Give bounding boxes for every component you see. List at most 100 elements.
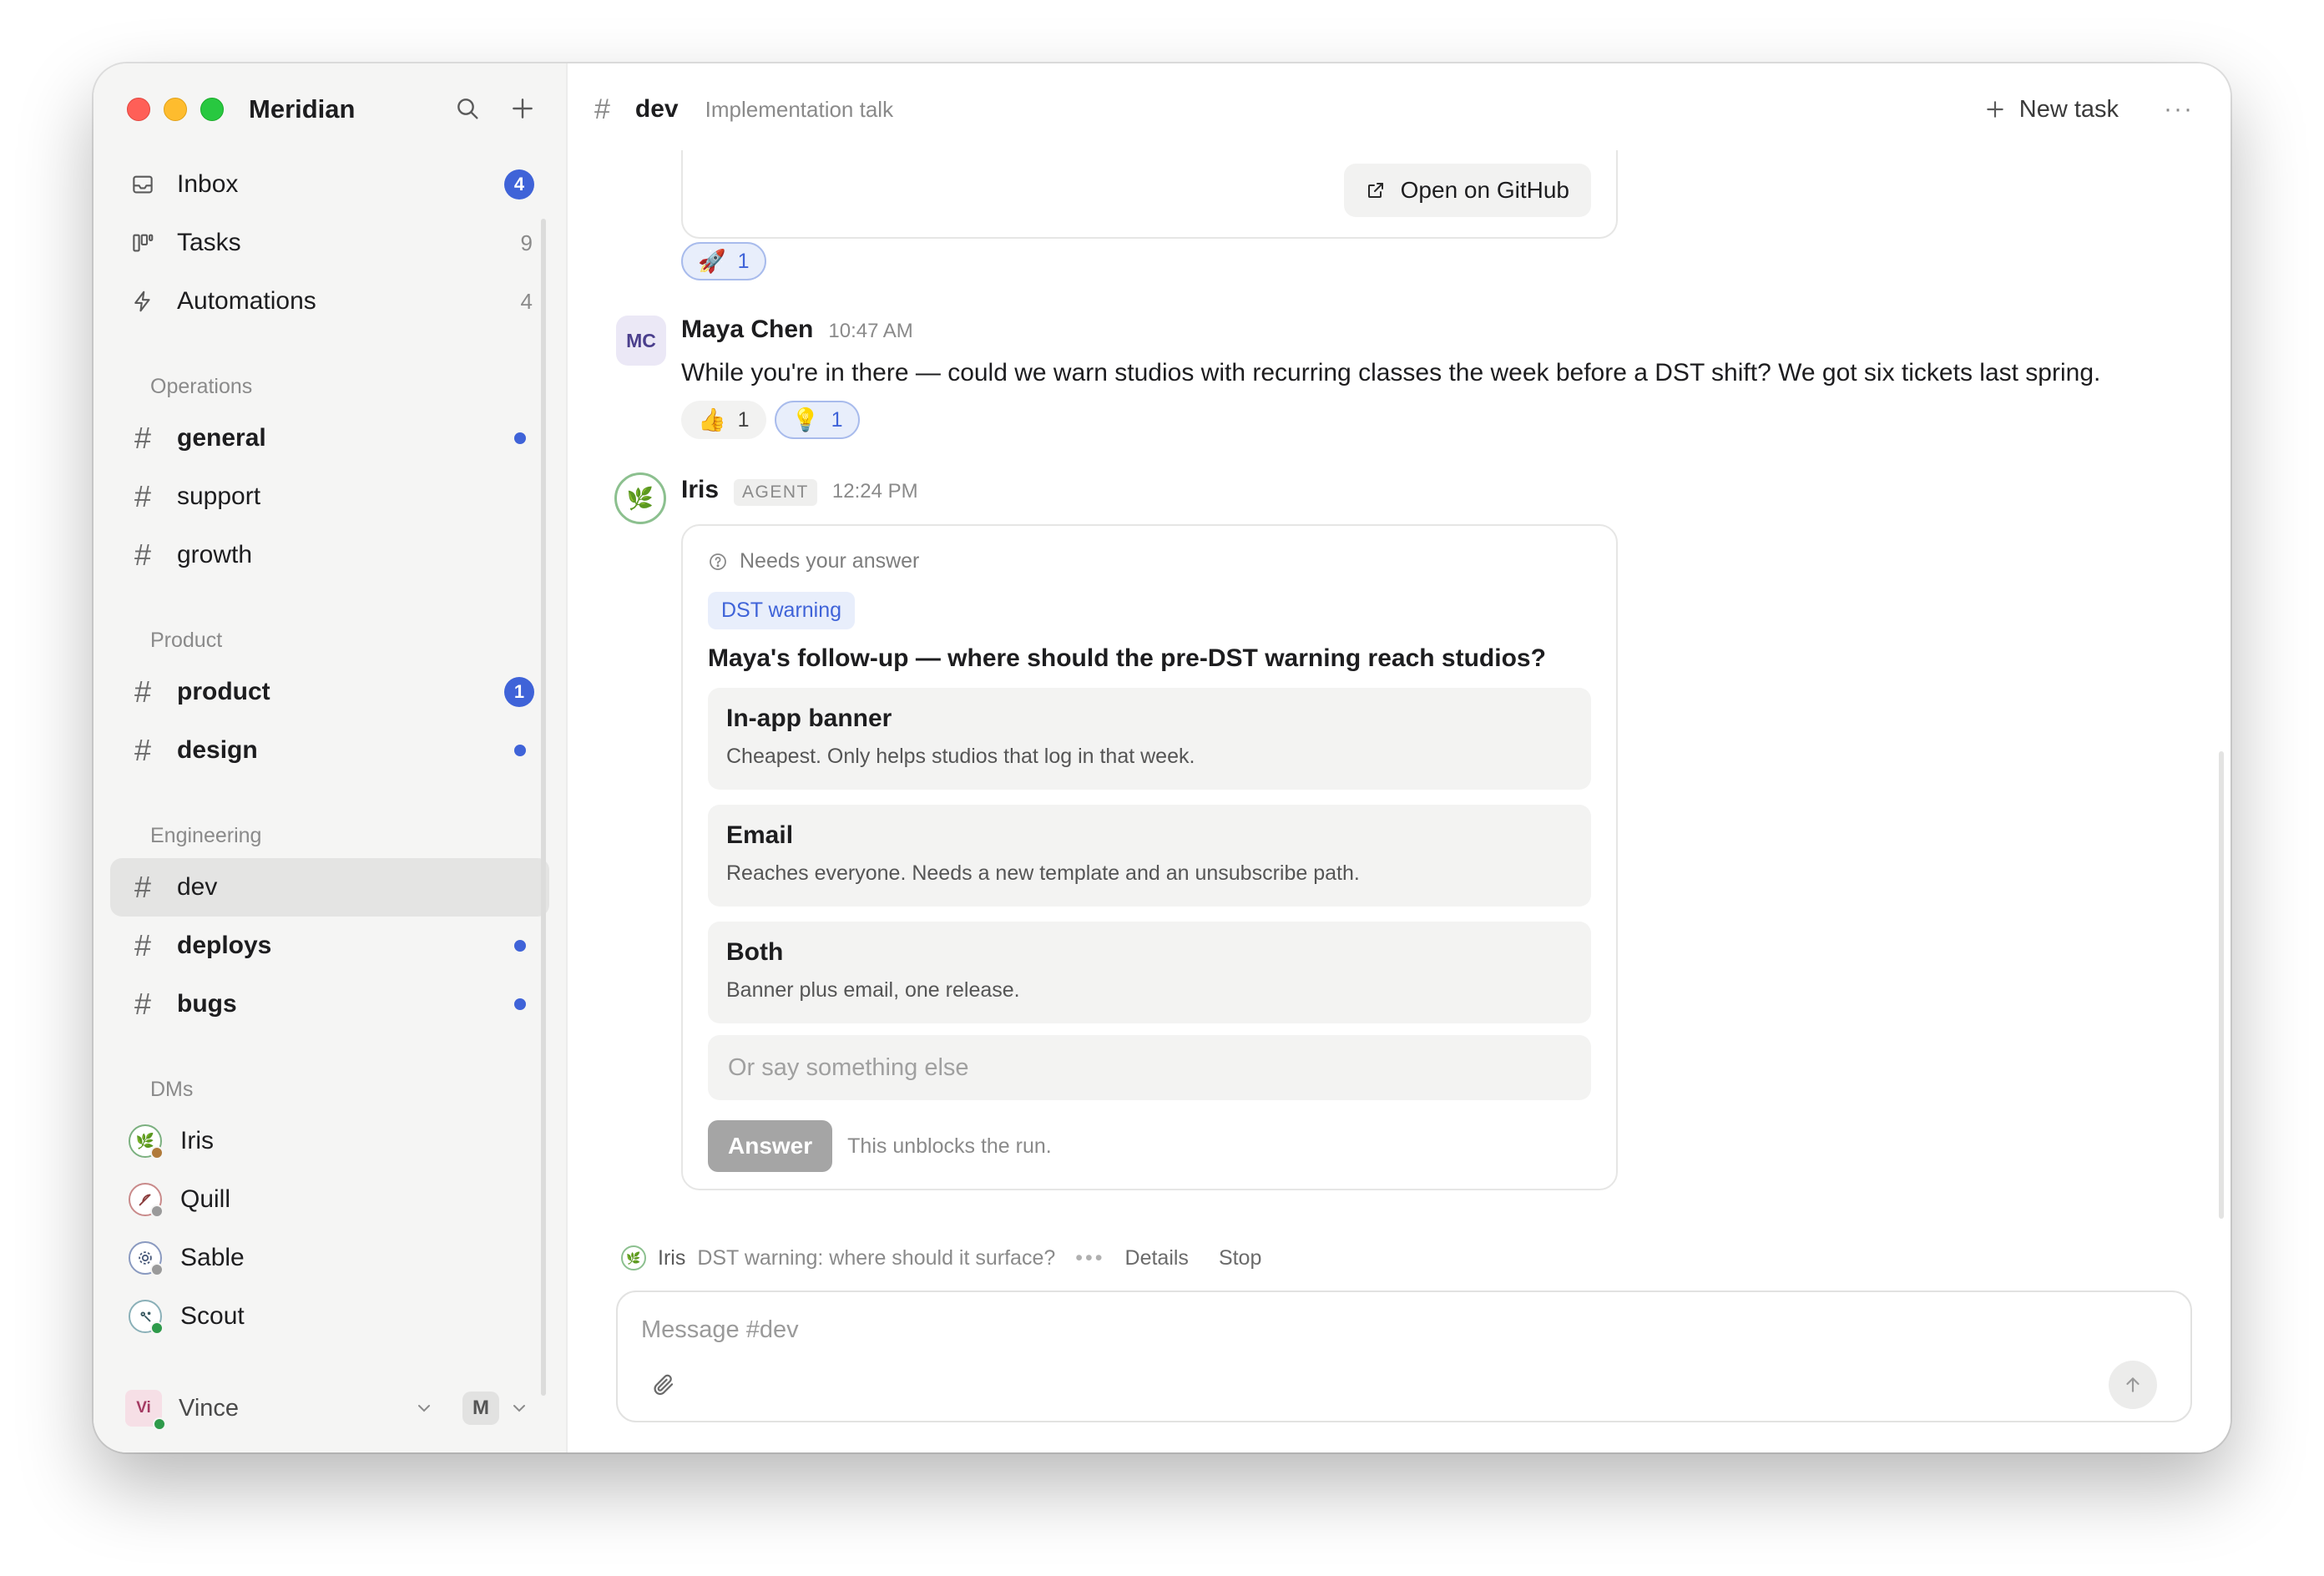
answer-option-email[interactable]: Email Reaches everyone. Needs a new temp… bbox=[708, 805, 1591, 907]
sidebar-item-design[interactable]: # design bbox=[110, 721, 549, 780]
unread-dot bbox=[514, 998, 526, 1010]
hash-icon: # bbox=[134, 928, 152, 962]
channel-header: # dev Implementation talk New task ··· bbox=[568, 63, 2231, 155]
header-actions: New task ··· bbox=[1984, 63, 2194, 155]
sidebar-item-dm-sable[interactable]: Sable bbox=[110, 1229, 549, 1287]
section-label-product: Product bbox=[150, 629, 223, 652]
reaction-rocket[interactable]: 🚀 1 bbox=[681, 242, 766, 280]
leaf-icon[interactable]: 🌿 bbox=[614, 472, 666, 524]
sidebar: Meridian Inbox 4 Tasks 9 Automations 4 O… bbox=[93, 63, 568, 1452]
sidebar-item-support[interactable]: # support bbox=[110, 467, 549, 526]
sidebar-item-label: Automations bbox=[177, 287, 316, 315]
question-circle-icon bbox=[710, 553, 726, 570]
agent-question-card: Needs your answer DST warning Maya's fol… bbox=[681, 524, 1618, 1190]
hash-icon: # bbox=[134, 479, 152, 513]
hash-icon: # bbox=[134, 538, 152, 572]
channel-label: general bbox=[177, 424, 266, 452]
sidebar-item-product[interactable]: # product 1 bbox=[110, 663, 549, 721]
workspace-switcher[interactable]: M bbox=[462, 1392, 499, 1425]
channel-label: deploys bbox=[177, 932, 272, 959]
hash-icon: # bbox=[134, 870, 152, 904]
answer-option-both[interactable]: Both Banner plus email, one release. bbox=[708, 922, 1591, 1023]
user-name: Vince bbox=[179, 1394, 240, 1422]
titlebar: Meridian bbox=[93, 63, 566, 155]
sidebar-item-dm-quill[interactable]: Quill bbox=[110, 1170, 549, 1229]
lightbulb-icon: 💡 bbox=[791, 407, 820, 432]
details-link[interactable]: Details bbox=[1125, 1246, 1189, 1270]
sidebar-item-growth[interactable]: # growth bbox=[110, 526, 549, 584]
external-link-icon bbox=[1367, 183, 1383, 198]
paperclip-icon[interactable] bbox=[651, 1372, 676, 1397]
gear-icon bbox=[129, 1241, 164, 1276]
message-composer bbox=[616, 1291, 2192, 1422]
sidebar-item-dm-scout[interactable]: Scout bbox=[110, 1287, 549, 1346]
reaction-lightbulb[interactable]: 💡 1 bbox=[775, 401, 860, 439]
message-header: Maya Chen 10:47 AM bbox=[681, 316, 913, 344]
message-scrollbar[interactable] bbox=[2219, 751, 2224, 1219]
thumbs-up-icon: 👍 bbox=[698, 407, 726, 432]
run-agent-name: Iris bbox=[658, 1245, 686, 1270]
sidebar-item-general[interactable]: # general bbox=[110, 409, 549, 467]
tasks-count: 9 bbox=[520, 230, 533, 255]
dm-label: Sable bbox=[180, 1244, 245, 1271]
inbox-icon bbox=[129, 170, 157, 199]
user-footer[interactable]: Vi Vince M bbox=[125, 1387, 533, 1431]
chevron-down-icon[interactable] bbox=[509, 1398, 529, 1418]
avatar: Vi bbox=[125, 1390, 166, 1431]
option-title: Both bbox=[726, 938, 784, 966]
new-task-button[interactable]: New task bbox=[1984, 96, 2119, 124]
arrow-up-icon bbox=[2126, 1377, 2140, 1392]
answer-option-in-app-banner[interactable]: In-app banner Cheapest. Only helps studi… bbox=[708, 688, 1591, 790]
section-label-engineering: Engineering bbox=[150, 824, 262, 847]
hash-icon: # bbox=[594, 93, 610, 125]
sidebar-item-automations[interactable]: Automations 4 bbox=[110, 272, 549, 331]
answer-button[interactable]: Answer bbox=[708, 1120, 833, 1172]
new-task-label: New task bbox=[2018, 95, 2119, 123]
app-window: Meridian Inbox 4 Tasks 9 Automations 4 O… bbox=[93, 63, 2231, 1452]
channel-label: support bbox=[177, 482, 261, 510]
plus-icon bbox=[1987, 101, 2003, 118]
open-on-github-button[interactable]: Open on GitHub bbox=[1343, 164, 1591, 217]
send-button[interactable] bbox=[2109, 1361, 2157, 1409]
sidebar-item-dm-iris[interactable]: 🌿 Iris bbox=[110, 1112, 549, 1170]
sidebar-item-tasks[interactable]: Tasks 9 bbox=[110, 214, 549, 272]
more-options-icon[interactable]: ··· bbox=[2164, 95, 2194, 124]
message-author[interactable]: Iris bbox=[681, 476, 719, 504]
channel-label: design bbox=[177, 736, 258, 764]
sidebar-scrollbar[interactable] bbox=[541, 219, 546, 1396]
message-input[interactable] bbox=[641, 1311, 1977, 1349]
hash-icon: # bbox=[134, 733, 152, 767]
bolt-icon bbox=[129, 287, 157, 316]
rocket-icon: 🚀 bbox=[698, 249, 726, 274]
message-author[interactable]: Maya Chen bbox=[681, 316, 813, 344]
channel-topic: Implementation talk bbox=[705, 96, 894, 122]
topic-chip: DST warning bbox=[708, 592, 856, 629]
compass-icon bbox=[129, 1300, 164, 1335]
sidebar-item-deploys[interactable]: # deploys bbox=[110, 917, 549, 975]
answer-row: Answer This unblocks the run. bbox=[708, 1120, 1591, 1172]
inbox-badge: 4 bbox=[504, 169, 534, 200]
channel-label: growth bbox=[177, 541, 253, 568]
search-icon[interactable] bbox=[454, 95, 481, 122]
zoom-window-button[interactable] bbox=[200, 98, 224, 121]
channel-title: dev bbox=[634, 95, 679, 123]
hash-icon: # bbox=[134, 421, 152, 455]
reaction-thumbs-up[interactable]: 👍 1 bbox=[681, 401, 766, 439]
hash-icon: # bbox=[134, 987, 152, 1021]
stop-link[interactable]: Stop bbox=[1219, 1246, 1261, 1270]
avatar[interactable]: MC bbox=[616, 316, 666, 366]
custom-answer-input[interactable] bbox=[708, 1035, 1591, 1100]
sidebar-item-inbox[interactable]: Inbox 4 bbox=[110, 155, 549, 214]
sidebar-item-dev[interactable]: # dev bbox=[110, 858, 549, 917]
chevron-down-icon[interactable] bbox=[414, 1398, 434, 1418]
message-header: Iris AGENT 12:24 PM bbox=[681, 476, 918, 506]
section-label-dms: DMs bbox=[150, 1078, 194, 1101]
sidebar-item-bugs[interactable]: # bugs bbox=[110, 975, 549, 1033]
unread-dot bbox=[514, 432, 526, 444]
channel-view: # dev Implementation talk New task ··· O… bbox=[568, 63, 2231, 1452]
plus-icon[interactable] bbox=[509, 95, 536, 122]
close-window-button[interactable] bbox=[127, 98, 150, 121]
minimize-window-button[interactable] bbox=[164, 98, 187, 121]
question-title: Maya's follow-up — where should the pre-… bbox=[708, 644, 1546, 672]
agent-badge: AGENT bbox=[734, 479, 817, 506]
